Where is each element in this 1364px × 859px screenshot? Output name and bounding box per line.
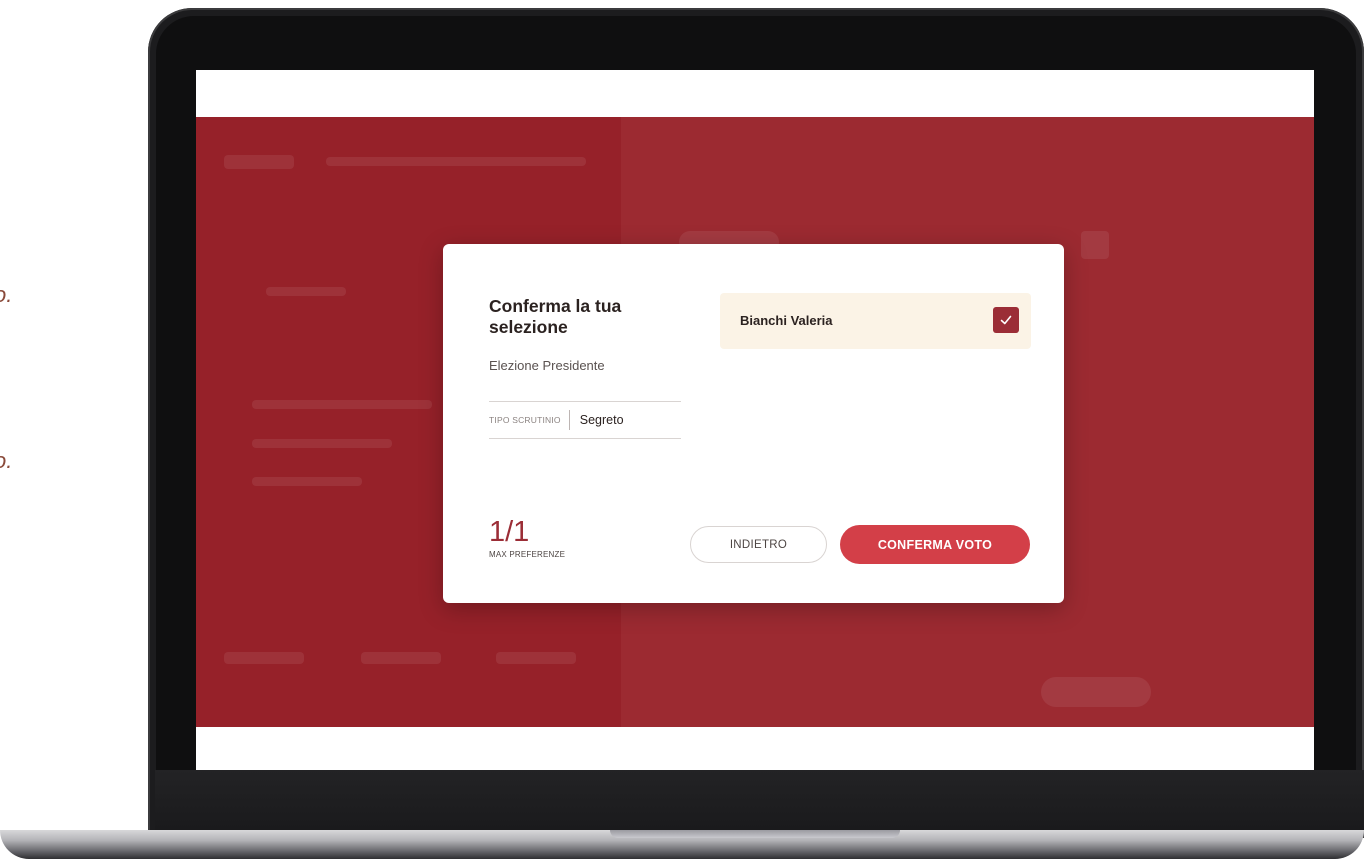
candidate-name: Bianchi Valeria — [740, 313, 833, 328]
candidate-checkbox[interactable] — [993, 307, 1019, 333]
scrutinio-value: Segreto — [579, 413, 624, 427]
preference-counter: 1/1 MAX PREFERENZE — [489, 517, 565, 559]
preference-count-label: MAX PREFERENZE — [489, 550, 566, 559]
dialog-title: Conferma la tua selezione — [489, 296, 622, 337]
scrutinio-info: TIPO SCRUTINIO Segreto — [489, 401, 681, 439]
edge-text-fragment: o. — [0, 448, 13, 473]
preference-count: 1/1 — [489, 516, 530, 548]
laptop-chin — [155, 770, 1364, 830]
confirm-selection-dialog: Conferma la tua selezione Elezione Presi… — [443, 244, 1064, 603]
app-background: Conferma la tua selezione Elezione Presi… — [196, 117, 1314, 727]
laptop-notch — [610, 830, 900, 838]
confirm-vote-button[interactable]: CONFERMA VOTO — [840, 525, 1030, 564]
scrutinio-label: TIPO SCRUTINIO — [489, 415, 561, 425]
divider — [568, 410, 570, 430]
election-name: Elezione Presidente — [489, 358, 605, 373]
modal-overlay: Conferma la tua selezione Elezione Presi… — [196, 117, 1314, 727]
back-button[interactable]: INDIETRO — [690, 526, 827, 563]
edge-text-fragment: o. — [0, 282, 13, 307]
laptop-screen: Conferma la tua selezione Elezione Presi… — [196, 70, 1314, 770]
selected-candidate-card[interactable]: Bianchi Valeria — [720, 293, 1031, 349]
check-icon — [1000, 315, 1012, 325]
